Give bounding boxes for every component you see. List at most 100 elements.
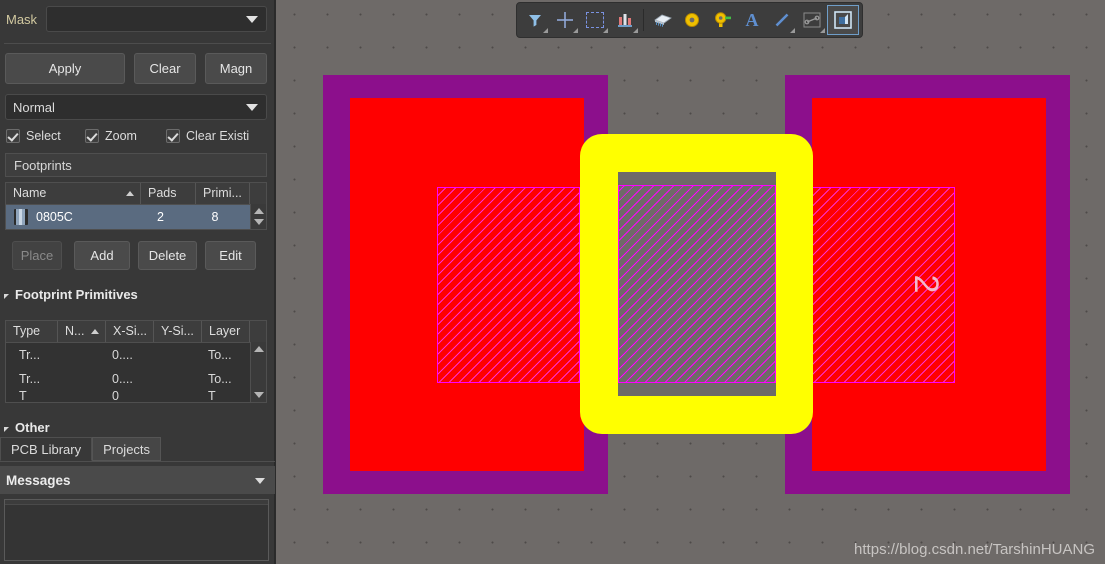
cell-xsize: 0.... (112, 372, 133, 386)
chevron-dropdown-icon[interactable] (820, 28, 825, 33)
footprint-icon (14, 209, 28, 225)
bar-chart-icon[interactable] (610, 6, 640, 34)
apply-button[interactable]: Apply (5, 53, 125, 84)
add-button[interactable]: Add (74, 241, 130, 270)
cell-layer: To... (208, 372, 232, 386)
panel-tabs: PCB Library Projects (0, 435, 275, 462)
footprint-primitives-section-header[interactable]: Footprint Primitives (4, 287, 138, 302)
mask-mode-combobox[interactable]: Normal (5, 94, 267, 120)
scroll-up-icon[interactable] (254, 208, 264, 214)
board-cutout-icon[interactable] (827, 5, 859, 35)
clear-existing-checkbox-label: Clear Existi (186, 128, 250, 143)
tab-projects[interactable]: Projects (92, 437, 162, 461)
column-header-primitives[interactable]: Primi... (196, 183, 250, 204)
other-section-header[interactable]: Other (4, 420, 50, 435)
zoom-checkbox-row[interactable]: Zoom (85, 127, 137, 144)
via-pad-icon[interactable] (677, 6, 707, 34)
component-courtyard-hatch[interactable] (618, 185, 776, 383)
messages-panel-header[interactable]: Messages (0, 466, 275, 494)
clear-existing-checkbox[interactable] (166, 128, 180, 143)
chevron-down-icon (246, 104, 258, 111)
footprints-table[interactable]: Name Pads Primi... 0805C 2 8 (5, 182, 267, 230)
chevron-down-icon[interactable] (255, 478, 265, 484)
cell-layer: To... (208, 348, 232, 362)
table-row[interactable]: Tr... 0.... To... (6, 367, 266, 391)
scroll-down-icon[interactable] (254, 219, 264, 225)
column-header-prim-name-label: N... (65, 324, 85, 338)
mask-row: Mask (0, 4, 275, 34)
cell-primitives-count: 8 (211, 210, 219, 224)
primitives-table-header: Type N... X-Si... Y-Si... Layer (6, 321, 266, 343)
panel-divider (4, 43, 271, 44)
select-checkbox[interactable] (6, 128, 20, 143)
scroll-up-icon[interactable] (254, 346, 264, 352)
footprints-section-title: Footprints (5, 153, 267, 177)
scroll-down-icon[interactable] (254, 392, 264, 398)
column-header-ysize[interactable]: Y-Si... (154, 321, 202, 342)
sort-ascending-icon (126, 191, 134, 196)
cell-ysize (154, 343, 202, 367)
column-header-type[interactable]: Type (6, 321, 58, 342)
column-header-name[interactable]: Name (6, 183, 141, 204)
chevron-dropdown-icon[interactable] (790, 28, 795, 33)
table-row[interactable]: T 0 T (6, 391, 266, 401)
cell-xsize: 0.... (112, 348, 133, 362)
line-track-icon[interactable] (767, 6, 797, 34)
column-header-pads[interactable]: Pads (141, 183, 196, 204)
chevron-dropdown-icon[interactable] (543, 28, 548, 33)
filter-funnel-icon[interactable] (520, 6, 550, 34)
footprints-vertical-scrollbar[interactable] (250, 204, 266, 229)
footprint-primitives-header-label: Footprint Primitives (15, 287, 138, 302)
pad-1-courtyard-hatch[interactable] (437, 187, 580, 383)
cell-footprint-name: 0805C (36, 210, 73, 224)
messages-list-header (5, 500, 268, 505)
pcb-placement-toolbar[interactable]: A (516, 2, 863, 38)
primitives-vertical-scrollbar[interactable] (250, 342, 266, 402)
crosshair-place-icon[interactable] (550, 6, 580, 34)
cell-name (58, 343, 106, 367)
clear-button[interactable]: Clear (134, 53, 196, 84)
edit-button[interactable]: Edit (205, 241, 256, 270)
dimension-measure-icon[interactable] (797, 6, 827, 34)
cell-name (58, 367, 106, 391)
cell-type: Tr... (19, 372, 41, 386)
footprint-primitives-table[interactable]: Type N... X-Si... Y-Si... Layer Tr... 0.… (5, 320, 267, 403)
pad-2-courtyard-hatch[interactable] (812, 187, 955, 383)
chevron-down-icon (246, 16, 258, 23)
column-header-prim-name[interactable]: N... (58, 321, 106, 342)
column-header-layer[interactable]: Layer (202, 321, 250, 342)
mask-combobox[interactable] (46, 6, 267, 32)
component-ic-chip-icon[interactable] (647, 6, 677, 34)
zoom-checkbox[interactable] (85, 128, 99, 143)
column-header-name-label: Name (13, 186, 47, 200)
mask-label: Mask (6, 11, 38, 27)
chevron-dropdown-icon[interactable] (603, 28, 608, 33)
table-row[interactable]: 0805C 2 8 (6, 205, 266, 229)
table-row[interactable]: Tr... 0.... To... (6, 343, 266, 367)
collapse-triangle-icon (4, 293, 9, 299)
tab-pcb-library[interactable]: PCB Library (0, 437, 93, 461)
zoom-checkbox-label: Zoom (105, 128, 137, 143)
dashed-rectangle-select-icon[interactable] (580, 6, 610, 34)
column-header-xsize[interactable]: X-Si... (106, 321, 154, 342)
application-window: Mask Apply Clear Magn Normal Select Zoom… (0, 0, 1105, 564)
place-button[interactable]: Place (12, 241, 62, 270)
cell-xsize: 0 (112, 391, 119, 401)
select-checkbox-row[interactable]: Select (6, 127, 61, 144)
other-header-label: Other (15, 420, 50, 435)
cell-name (58, 391, 106, 401)
magnify-button[interactable]: Magn (205, 53, 267, 84)
pin-pad-icon[interactable] (707, 6, 737, 34)
pcb-editor-canvas[interactable]: 2 A https://blog.csdn.net/TarshinHUANG (276, 0, 1105, 564)
delete-button[interactable]: Delete (138, 241, 197, 270)
text-string-icon[interactable]: A (737, 6, 767, 34)
chevron-dropdown-icon[interactable] (573, 28, 578, 33)
watermark-text: https://blog.csdn.net/TarshinHUANG (854, 541, 1095, 558)
cell-pads-count: 2 (157, 210, 164, 224)
toolbar-separator (643, 9, 644, 31)
clear-existing-checkbox-row[interactable]: Clear Existi (166, 127, 249, 144)
cell-type: T (19, 391, 27, 401)
cell-ysize (154, 391, 202, 401)
cell-type: Tr... (19, 348, 41, 362)
chevron-dropdown-icon[interactable] (633, 28, 638, 33)
